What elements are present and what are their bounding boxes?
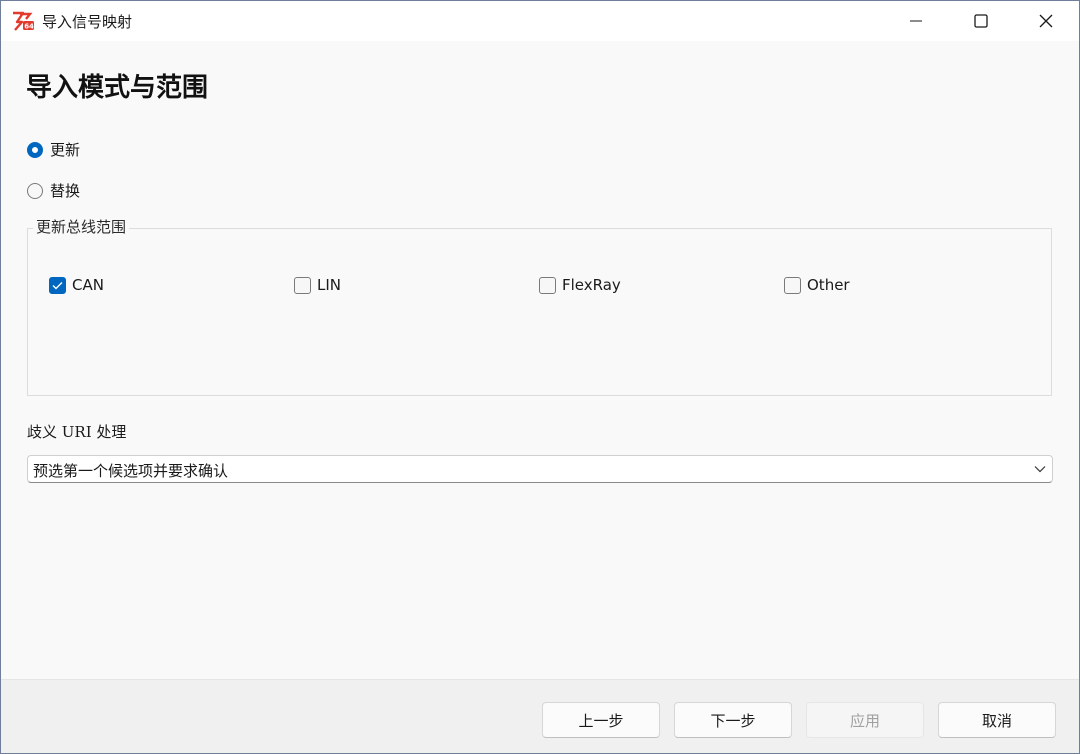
cancel-button[interactable]: 取消: [938, 702, 1056, 738]
apply-button: 应用: [806, 702, 924, 738]
maximize-button[interactable]: [949, 1, 1013, 41]
radio-replace[interactable]: 替换: [27, 180, 80, 201]
checkbox-label-flexray: FlexRay: [562, 276, 621, 294]
app-logo-icon: 64: [11, 10, 35, 32]
radio-button-unselected[interactable]: [27, 182, 43, 199]
checkbox-lin[interactable]: LIN: [294, 276, 341, 294]
radio-button-selected[interactable]: [27, 141, 43, 158]
checkbox-label-lin: LIN: [317, 276, 342, 294]
next-button[interactable]: 下一步: [674, 702, 792, 738]
checkbox-can[interactable]: CAN: [49, 276, 104, 294]
ambiguous-uri-label: 歧义 URI 处理: [27, 423, 127, 441]
checkbox-checked[interactable]: [49, 276, 66, 294]
bus-scope-group: [27, 228, 1052, 396]
window-title: 导入信号映射: [42, 13, 133, 31]
radio-update[interactable]: 更新: [27, 139, 80, 160]
checkbox-label-other: Other: [807, 276, 850, 294]
checkbox-unchecked[interactable]: [539, 276, 556, 294]
close-button[interactable]: [1014, 1, 1078, 41]
maximize-icon: [974, 14, 988, 28]
back-button[interactable]: 上一步: [542, 702, 660, 738]
checkmark-icon: [52, 281, 63, 289]
import-signal-mapping-window: 64 导入信号映射 导入模式与范围 更新 替换 更新总线范围 CAN LIN F…: [0, 0, 1080, 754]
close-icon: [1039, 14, 1053, 28]
checkbox-unchecked[interactable]: [784, 276, 801, 294]
title-bar[interactable]: 64 导入信号映射: [1, 1, 1079, 41]
chevron-down-icon: [1034, 466, 1046, 473]
minimize-button[interactable]: [884, 1, 948, 41]
select-value: 预选第一个候选项并要求确认: [33, 462, 229, 480]
svg-text:64: 64: [24, 23, 34, 31]
ambiguous-uri-select[interactable]: 预选第一个候选项并要求确认: [27, 455, 1053, 483]
radio-label-update: 更新: [50, 141, 81, 159]
minimize-icon: [910, 20, 922, 22]
page-title: 导入模式与范围: [26, 73, 209, 103]
checkbox-other[interactable]: Other: [784, 276, 850, 294]
radio-label-replace: 替换: [50, 182, 81, 200]
checkbox-unchecked[interactable]: [294, 276, 311, 294]
checkbox-flexray[interactable]: FlexRay: [539, 276, 621, 294]
bus-scope-group-title: 更新总线范围: [33, 216, 130, 237]
footer-bar: 上一步 下一步 应用 取消: [1, 679, 1079, 753]
checkbox-label-can: CAN: [72, 276, 104, 294]
